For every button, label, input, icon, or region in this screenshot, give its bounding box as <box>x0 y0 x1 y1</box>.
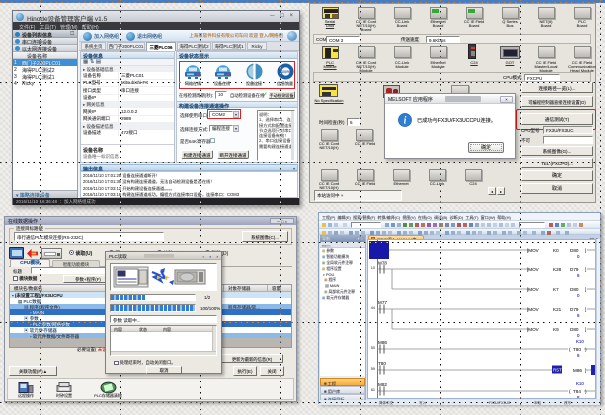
svg-text:D80: D80 <box>570 287 579 292</box>
svg-text:D80: D80 <box>570 327 579 332</box>
svg-text:]: ] <box>585 307 586 312</box>
svg-text:[MOV: [MOV <box>527 248 540 253</box>
svg-text:M82: M82 <box>378 382 387 387</box>
svg-text:T80: T80 <box>378 361 386 366</box>
svg-text:K10: K10 <box>576 381 584 386</box>
svg-text:K10: K10 <box>576 339 584 344</box>
svg-text:T84: T84 <box>573 389 581 394</box>
svg-text:i: i <box>404 115 407 126</box>
svg-text:D80: D80 <box>570 248 579 253</box>
svg-text:T80: T80 <box>573 347 581 352</box>
svg-text:]: ] <box>585 327 586 332</box>
svg-text:(: ( <box>569 347 571 352</box>
svg-text:8: 8 <box>577 395 580 399</box>
svg-text:RST: RST <box>553 368 562 373</box>
svg-text:M77: M77 <box>378 300 387 305</box>
svg-text:0: 0 <box>577 333 580 338</box>
svg-text:[MOV: [MOV <box>527 287 540 292</box>
svg-text:D79: D79 <box>570 307 579 312</box>
svg-text:D79: D79 <box>570 267 579 272</box>
svg-text:): ) <box>585 389 587 394</box>
svg-text:]: ] <box>585 267 586 272</box>
svg-text:M78: M78 <box>378 261 387 266</box>
svg-text:100%: 100% <box>281 70 290 74</box>
svg-text:8: 8 <box>577 313 580 318</box>
svg-text:K28: K28 <box>553 267 562 272</box>
svg-text:8: 8 <box>577 273 580 278</box>
svg-text:K21: K21 <box>553 307 562 312</box>
svg-text:0: 0 <box>577 254 580 259</box>
svg-text:]: ] <box>585 368 586 373</box>
svg-text:K0: K0 <box>553 248 559 253</box>
svg-text:]: ] <box>585 287 586 292</box>
svg-text:8: 8 <box>577 353 580 358</box>
svg-text:M86: M86 <box>573 368 582 373</box>
svg-text:M86: M86 <box>378 340 387 345</box>
svg-text:[MOV: [MOV <box>527 267 540 272</box>
svg-text:K9: K9 <box>553 327 559 332</box>
svg-text:): ) <box>585 347 587 352</box>
svg-text:]: ] <box>585 248 586 253</box>
svg-text:[MOV: [MOV <box>527 307 540 312</box>
svg-text:K7: K7 <box>553 287 559 292</box>
svg-text:(: ( <box>569 389 571 394</box>
svg-text:0: 0 <box>577 293 580 298</box>
svg-text:[MOV: [MOV <box>527 327 540 332</box>
